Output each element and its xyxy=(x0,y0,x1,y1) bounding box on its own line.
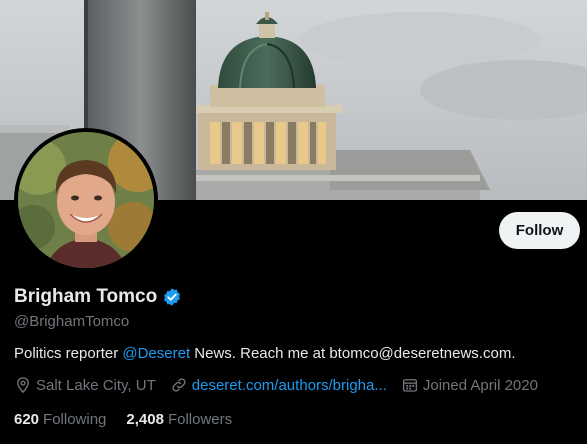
following-count: 620 xyxy=(14,411,40,428)
calendar-icon xyxy=(402,379,417,392)
website-item: deseret.com/authors/brigha... xyxy=(170,376,387,394)
joined-item: Joined April 2020 xyxy=(401,376,538,394)
bio: Politics reporter @Deseret News. Reach m… xyxy=(14,345,515,362)
followers-count: 2,408 xyxy=(126,411,164,428)
handle: @BrighamTomco xyxy=(14,313,130,330)
avatar[interactable] xyxy=(14,128,158,272)
followers-label: Followers xyxy=(167,411,233,428)
verified-badge-icon[interactable] xyxy=(162,287,182,307)
display-name: Brigham Tomco xyxy=(14,286,158,307)
link-icon xyxy=(172,378,186,392)
location-text: Salt Lake City, UT xyxy=(36,376,156,394)
bio-text-prefix: Politics reporter xyxy=(14,345,123,362)
bio-mention-link[interactable]: @Deseret xyxy=(122,345,190,362)
following-link[interactable]: 620 Following xyxy=(14,411,106,428)
bio-text-suffix: News. Reach me at btomco@deseretnews.com… xyxy=(190,345,516,362)
follow-stats: 620 Following 2,408 Followers xyxy=(14,411,252,428)
following-label: Following xyxy=(43,411,107,428)
location-item: Salt Lake City, UT xyxy=(14,376,156,394)
avatar-image xyxy=(18,132,154,268)
followers-link[interactable]: 2,408 Followers xyxy=(126,411,232,428)
follow-button[interactable]: Follow xyxy=(499,212,580,249)
profile-meta: Salt Lake City, UT deseret.com/authors/b… xyxy=(14,376,552,394)
location-pin-icon xyxy=(17,377,29,394)
name-row: Brigham Tomco xyxy=(14,286,182,308)
joined-text: Joined April 2020 xyxy=(422,376,538,394)
website-link[interactable]: deseret.com/authors/brigha... xyxy=(192,377,387,394)
